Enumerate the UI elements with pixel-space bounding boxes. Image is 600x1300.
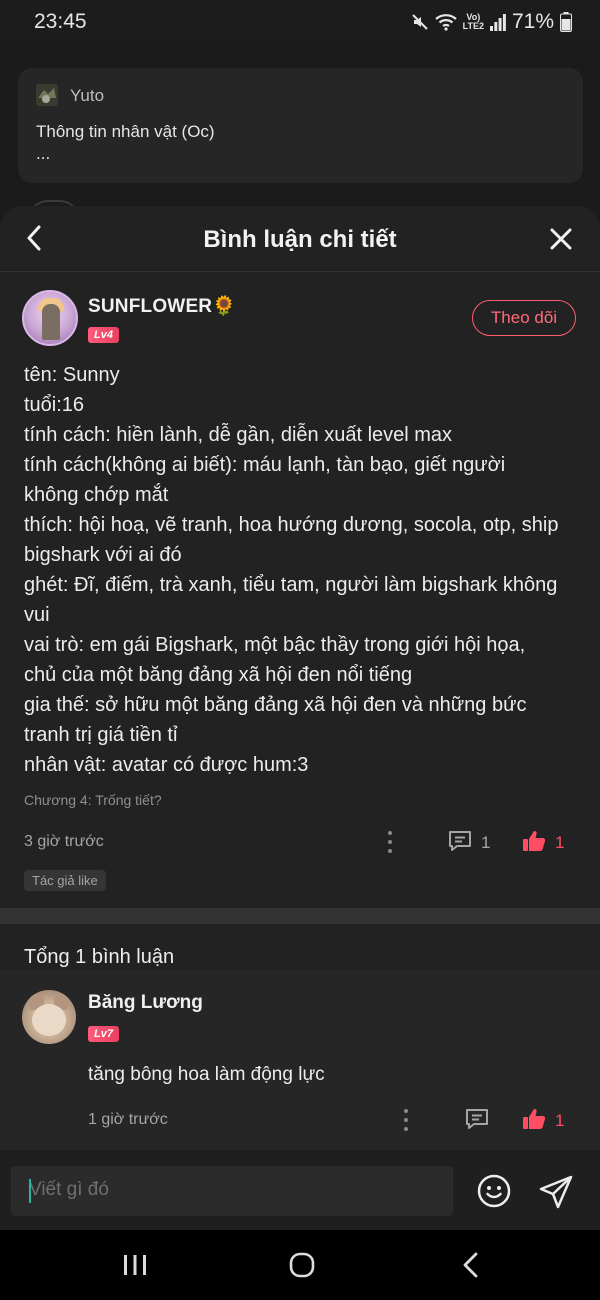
background-post-title: Thông tin nhân vật (Oc) (36, 122, 215, 141)
thumbs-up-icon[interactable] (522, 829, 546, 853)
level-badge: Lv7 (88, 1024, 119, 1042)
status-bar: 23:45 Vo) LTE2 71% (0, 0, 600, 44)
post-line: chủ của một băng đảng xã hội đen nổi tiế… (24, 664, 413, 686)
wifi-icon (434, 14, 457, 31)
list-item: Băng Lương Lv7 tăng bông hoa làm động lự… (0, 970, 600, 1150)
author-like-tag: Tác giả like (24, 870, 106, 891)
level-badge: Lv4 (88, 325, 119, 343)
post-line: tính cách: hiền lành, dễ gần, diễn xuất … (24, 424, 453, 446)
comment-count: 1 (481, 833, 491, 852)
author-avatar (36, 84, 58, 106)
avatar[interactable] (22, 290, 78, 346)
post-line: tính cách(không ai biết): máu lạnh, tàn … (24, 454, 506, 476)
more-options-icon[interactable] (403, 1109, 409, 1131)
comment-text: tăng bông hoa làm động lực (88, 1064, 325, 1085)
back-nav-icon[interactable] (460, 1252, 482, 1278)
post-line: tranh trị giá tiền tỉ (24, 724, 178, 746)
lte-label: Vo) LTE2 (462, 12, 484, 31)
post-line: nhân vật: avatar có được hum:3 (24, 754, 309, 776)
comment-detail-sheet: Bình luận chi tiết SUNFLOWER🌻 Lv4 Theo d… (0, 206, 600, 1230)
send-icon[interactable] (538, 1174, 574, 1210)
post-line: bigshark với ai đó (24, 544, 182, 566)
like-count: 1 (555, 1111, 565, 1130)
home-icon[interactable] (289, 1252, 315, 1278)
post-time: 3 giờ trước (24, 833, 104, 850)
text-caret (29, 1179, 31, 1203)
post-line: không chớp mắt (24, 484, 169, 506)
post-line: vai trò: em gái Bigshark, một bậc thầy t… (24, 634, 526, 656)
follow-button[interactable]: Theo dõi (472, 300, 576, 336)
more-options-icon[interactable] (387, 831, 393, 853)
background-post-card[interactable]: Yuto Thông tin nhân vật (Oc) ... (18, 68, 583, 183)
comment-icon[interactable] (447, 829, 473, 853)
background-post-more: ... (36, 144, 51, 163)
post-line: tuổi:16 (24, 394, 85, 416)
avatar[interactable] (22, 990, 76, 1044)
section-divider (0, 908, 600, 924)
system-nav-bar (0, 1230, 600, 1300)
recent-apps-icon[interactable] (122, 1254, 148, 1276)
comment-composer: Viết gì đó (0, 1150, 600, 1230)
post-author-name[interactable]: SUNFLOWER🌻 (88, 294, 236, 318)
post-content: tên: Sunny tuổi:16 tính cách: hiền lành,… (24, 360, 580, 780)
post-line: gia thế: sở hữu một băng đảng xã hội đen… (24, 694, 527, 716)
thumbs-up-icon[interactable] (522, 1107, 546, 1131)
background-page: Yuto Thông tin nhân vật (Oc) ... (0, 44, 600, 220)
chapter-link[interactable]: Chương 4: Trống tiết? (24, 792, 162, 808)
battery-icon (560, 12, 572, 32)
like-count: 1 (555, 833, 565, 852)
background-post-author: Yuto (70, 86, 105, 105)
status-time: 23:45 (34, 10, 87, 33)
post-line: tên: Sunny (24, 364, 120, 386)
post-line: thích: hội hoạ, vẽ tranh, hoa hướng dươn… (24, 514, 559, 536)
comment-time: 1 giờ trước (88, 1111, 168, 1128)
comment-author-name[interactable]: Băng Lương (88, 992, 203, 1014)
mute-icon (411, 14, 428, 30)
comment-input[interactable]: Viết gì đó (11, 1166, 453, 1216)
smiley-icon[interactable] (477, 1174, 511, 1208)
battery-percent: 71% (511, 10, 554, 33)
status-icons: Vo) LTE2 71% (411, 10, 572, 34)
post-line: ghét: Đĩ, điếm, trà xanh, tiểu tam, ngườ… (24, 574, 558, 596)
comment-placeholder: Viết gì đó (29, 1179, 109, 1200)
post-line: vui (24, 604, 50, 626)
signal-icon (489, 14, 506, 31)
total-comments: Tổng 1 bình luận (24, 946, 175, 968)
reply-icon[interactable] (464, 1107, 490, 1131)
